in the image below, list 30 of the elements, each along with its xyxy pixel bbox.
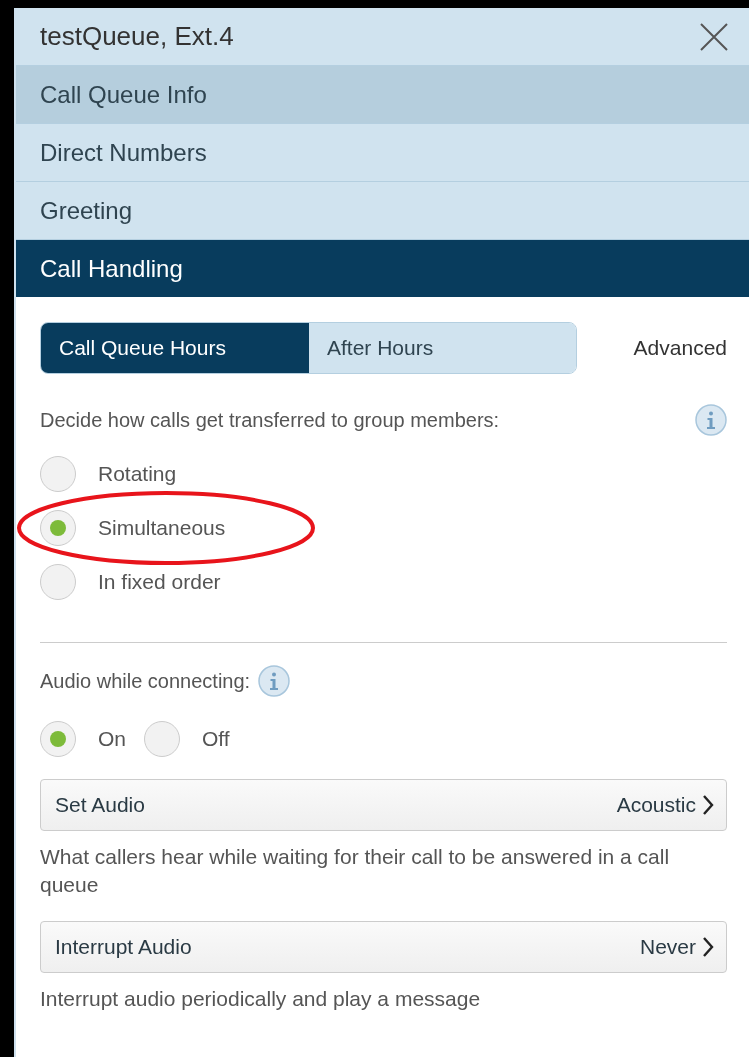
radio-button[interactable] [144, 721, 180, 757]
menu-item[interactable]: Call Queue Info [16, 65, 749, 123]
transfer-prompt: Decide how calls get transferred to group members: [40, 408, 500, 432]
advanced-link[interactable]: Advanced [633, 336, 727, 360]
menu-item[interactable]: Greeting [16, 181, 749, 239]
radio-label: On [98, 727, 126, 751]
info-icon[interactable] [695, 404, 727, 436]
tab[interactable]: Call Queue Hours [41, 323, 309, 373]
menu-item[interactable]: Direct Numbers [16, 123, 749, 181]
radio-button[interactable] [40, 564, 76, 600]
radio-button[interactable] [40, 510, 76, 546]
radio-label: Rotating [98, 462, 177, 486]
setting-button[interactable]: Set Audio Acoustic [40, 779, 727, 831]
audio-prompt: Audio while connecting: [40, 669, 251, 693]
radio-label: Simultaneous [98, 516, 226, 540]
info-icon[interactable] [258, 665, 291, 697]
radio-button[interactable] [40, 721, 76, 757]
chevron-right-icon [702, 936, 714, 958]
menu-item[interactable]: Call Handling [16, 239, 749, 297]
close-icon [699, 21, 729, 52]
setting-description: What callers hear while waiting for their call to be answered in a call queue [40, 844, 671, 898]
window-title: testQueue, Ext.4 [40, 21, 234, 52]
tab[interactable]: After Hours [309, 323, 576, 373]
radio-label: In fixed order [98, 570, 221, 594]
chevron-right-icon [702, 794, 714, 816]
radio-label: Off [202, 727, 230, 751]
setting-description: Interrupt audio periodically and play a message [40, 986, 482, 1012]
setting-button[interactable]: Interrupt Audio Never [40, 921, 727, 973]
close-button[interactable] [699, 21, 729, 52]
radio-button[interactable] [40, 456, 76, 492]
